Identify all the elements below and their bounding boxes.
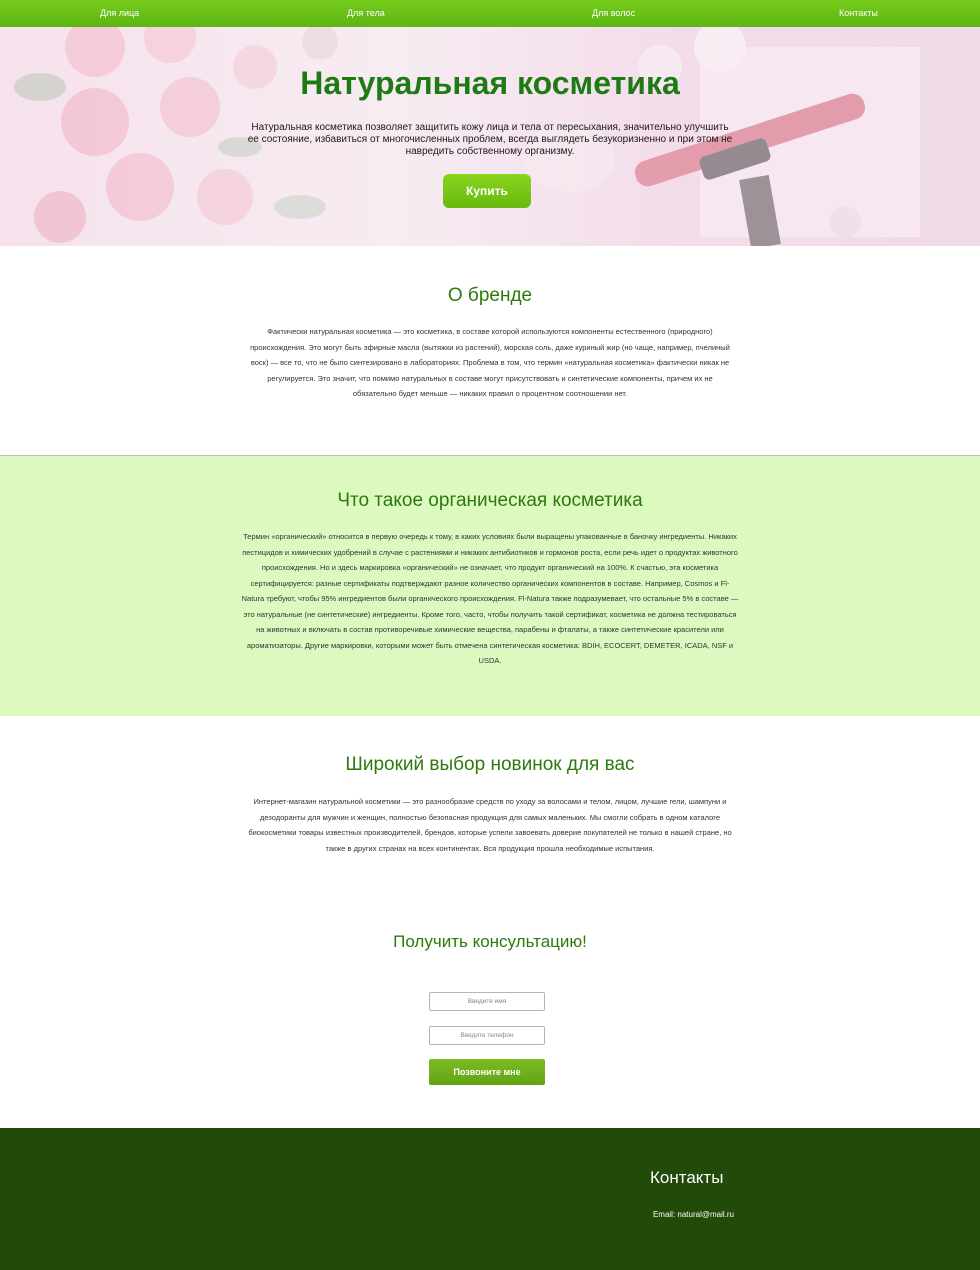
consult-title: Получить консультацию! xyxy=(393,932,587,951)
hero-description: Натуральная косметика позволяет защитить… xyxy=(247,122,733,157)
nav-link-hair[interactable]: Для волос xyxy=(592,8,635,18)
organic-text: Термин «органический» относится в первую… xyxy=(241,532,739,665)
hero-section: Натуральная косметика Натуральная космет… xyxy=(0,27,980,246)
hero-title: Натуральная косметика xyxy=(300,65,680,101)
nav-link-body[interactable]: Для тела xyxy=(347,8,385,18)
about-title: О бренде xyxy=(447,285,533,306)
novelties-text: Интернет-магазин натуральной косметики —… xyxy=(248,797,732,853)
footer-email[interactable]: Email: natural@mail.ru xyxy=(653,1210,734,1219)
call-me-button[interactable]: Позвоните мне xyxy=(429,1059,545,1085)
name-input[interactable]: Введите имя xyxy=(429,992,545,1011)
organic-section: Что такое органическая косметика Термин … xyxy=(0,455,980,716)
footer-contacts-title: Контакты xyxy=(650,1168,724,1187)
top-nav: Для лица Для тела Для волос Контакты xyxy=(0,0,980,27)
organic-title: Что такое органическая косметика xyxy=(337,490,643,511)
buy-button[interactable]: Купить xyxy=(443,174,531,208)
footer: Контакты Email: natural@mail.ru xyxy=(0,1128,980,1270)
novelties-title: Широкий выбор новинок для вас xyxy=(345,754,635,775)
phone-input[interactable]: Введите телефон xyxy=(429,1026,545,1045)
about-text: Фактически натуральная косметика — это к… xyxy=(250,327,730,398)
nav-link-contacts[interactable]: Контакты xyxy=(839,8,878,18)
nav-link-face[interactable]: Для лица xyxy=(100,8,139,18)
